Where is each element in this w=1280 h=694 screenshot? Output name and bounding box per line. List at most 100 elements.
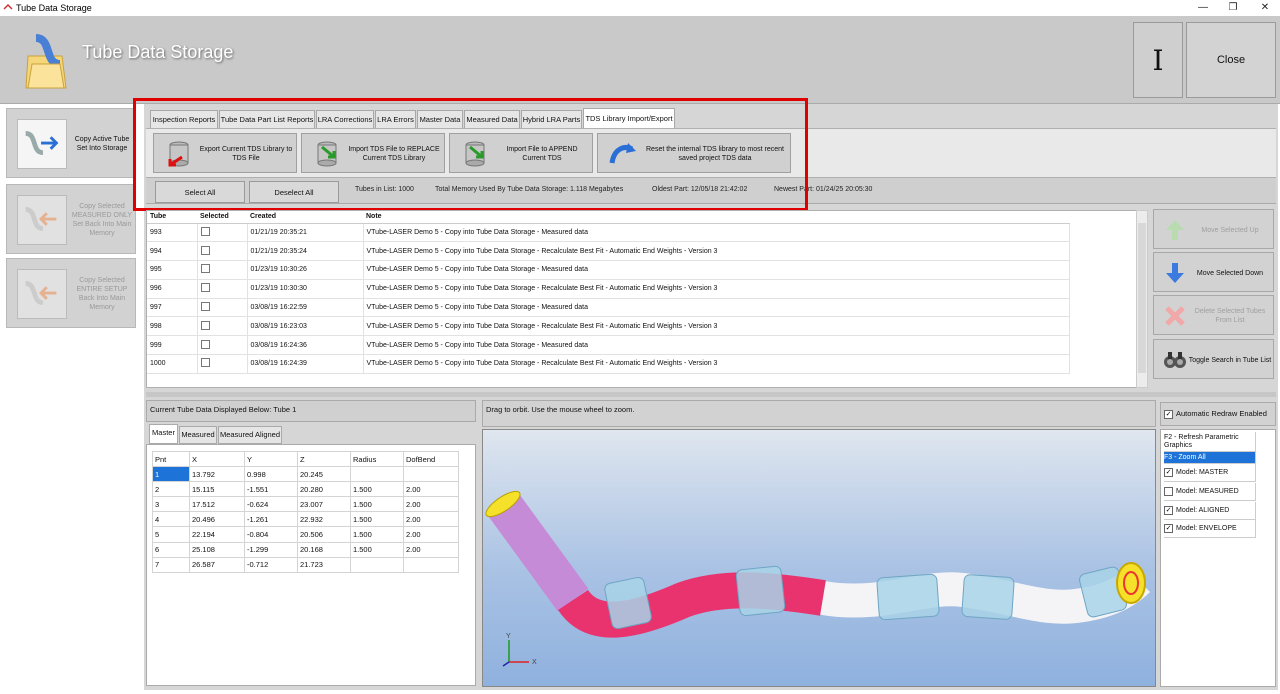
y-cell[interactable]: 0.998 (244, 466, 298, 483)
y-cell[interactable]: -1.551 (244, 481, 298, 498)
zoom-all-option[interactable]: F3 - Zoom All (1164, 452, 1256, 464)
col-note[interactable]: Note (363, 211, 1069, 224)
x-cell[interactable]: 25.108 (189, 541, 245, 558)
z-cell[interactable]: 22.932 (297, 511, 351, 528)
table-row[interactable]: 998 03/08/19 16:23:03 VTube-LASER Demo 5 -… (147, 316, 1070, 337)
auto-redraw-checkbox[interactable]: ✓ (1164, 410, 1173, 419)
model-master-option[interactable]: ✓ Model: MASTER (1164, 464, 1256, 482)
row-checkbox[interactable] (200, 320, 210, 330)
delete-tubes-button[interactable]: Delete Selected Tubes From List (1153, 295, 1274, 335)
point-row[interactable]: 3 17.512 -0.624 23.007 1.500 2.00 (152, 496, 459, 513)
toggle-search-button[interactable]: Toggle Search in Tube List (1153, 339, 1274, 379)
table-row[interactable]: 996 01/23/19 10:30:30 VTube-LASER Demo 5 -… (147, 279, 1070, 299)
row-checkbox[interactable] (200, 226, 210, 236)
y-cell[interactable]: -0.804 (244, 526, 298, 543)
dofbend-cell[interactable]: 2.00 (403, 481, 459, 498)
row-checkbox[interactable] (200, 245, 210, 255)
model-measured-option[interactable]: Model: MEASURED (1164, 483, 1256, 501)
x-cell[interactable]: 26.587 (189, 556, 245, 573)
point-row[interactable]: 1 13.792 0.998 20.245 (152, 466, 459, 483)
pnt-cell[interactable]: 2 (152, 481, 190, 498)
radius-cell[interactable]: 1.500 (350, 511, 404, 528)
radius-cell[interactable]: 1.500 (350, 526, 404, 543)
x-cell[interactable]: 22.194 (189, 526, 245, 543)
y-cell[interactable]: -0.712 (244, 556, 298, 573)
dofbend-cell[interactable] (403, 556, 459, 573)
tab-measured[interactable]: Measured (179, 426, 217, 444)
z-cell[interactable]: 20.280 (297, 481, 351, 498)
z-cell[interactable]: 20.506 (297, 526, 351, 543)
table-row[interactable]: 997 03/08/19 16:22:59 VTube-LASER Demo 5 -… (147, 298, 1070, 318)
pnt-cell[interactable]: 6 (152, 541, 190, 558)
point-row[interactable]: 2 15.115 -1.551 20.280 1.500 2.00 (152, 481, 459, 498)
pnt-cell[interactable]: 7 (152, 556, 190, 573)
z-cell[interactable]: 21.723 (297, 556, 351, 573)
table-scrollbar[interactable] (1136, 210, 1148, 388)
tube-3d-viewport[interactable]: Y X (482, 429, 1156, 687)
copy-active-tube-button[interactable]: Copy Active Tube Set Into Storage (6, 108, 136, 178)
col-created[interactable]: Created (247, 211, 363, 224)
model-measured-checkbox[interactable] (1164, 487, 1173, 496)
z-cell[interactable]: 20.245 (297, 466, 351, 483)
x-cell[interactable]: 13.792 (189, 466, 245, 483)
text-cursor-button[interactable]: I (1133, 22, 1183, 98)
z-cell[interactable]: 20.168 (297, 541, 351, 558)
refresh-graphics-option[interactable]: F2 - Refresh Parametric Graphics (1164, 432, 1256, 452)
pnt-cell[interactable]: 1 (152, 466, 190, 483)
tab-master[interactable]: Master (149, 424, 178, 444)
model-aligned-option[interactable]: ✓ Model: ALIGNED (1164, 502, 1256, 520)
dofbend-cell[interactable]: 2.00 (403, 526, 459, 543)
point-row[interactable]: 6 25.108 -1.299 20.168 1.500 2.00 (152, 541, 459, 558)
dofbend-cell[interactable]: 2.00 (403, 541, 459, 558)
x-cell[interactable]: 20.496 (189, 511, 245, 528)
y-cell[interactable]: -0.624 (244, 496, 298, 513)
row-checkbox[interactable] (200, 302, 210, 312)
dofbend-cell[interactable]: 2.00 (403, 496, 459, 513)
y-cell[interactable]: -1.299 (244, 541, 298, 558)
row-checkbox[interactable] (200, 283, 210, 293)
table-row[interactable]: 1000 03/08/19 16:24:39 VTube-LASER Demo 5 … (147, 354, 1070, 374)
x-cell[interactable]: 15.115 (189, 481, 245, 498)
window-close-button[interactable]: ✕ (1250, 0, 1280, 16)
radius-cell[interactable]: 1.500 (350, 541, 404, 558)
row-checkbox[interactable] (200, 264, 210, 274)
minimize-button[interactable]: — (1188, 0, 1218, 16)
dofbend-cell[interactable] (403, 466, 459, 483)
table-row[interactable]: 994 01/21/19 20:35:24 VTube-LASER Demo 5 -… (147, 241, 1070, 262)
col-selected[interactable]: Selected (197, 211, 247, 224)
col-tube[interactable]: Tube (147, 211, 197, 224)
point-row[interactable]: 4 20.496 -1.261 22.932 1.500 2.00 (152, 511, 459, 528)
pnt-cell[interactable]: 3 (152, 496, 190, 513)
table-row[interactable]: 999 03/08/19 16:24:36 VTube-LASER Demo 5 -… (147, 335, 1070, 356)
move-up-button[interactable]: Move Selected Up (1153, 209, 1274, 249)
auto-redraw-toggle[interactable]: ✓ Automatic Redraw Enabled (1160, 402, 1276, 426)
model-aligned-checkbox[interactable]: ✓ (1164, 506, 1173, 515)
model-envelope-checkbox[interactable]: ✓ (1164, 524, 1173, 533)
y-cell[interactable]: -1.261 (244, 511, 298, 528)
point-row[interactable]: 7 26.587 -0.712 21.723 (152, 556, 459, 573)
pnt-cell[interactable]: 5 (152, 526, 190, 543)
dofbend-cell[interactable]: 2.00 (403, 511, 459, 528)
scrollbar-thumb[interactable] (1138, 223, 1146, 373)
move-down-button[interactable]: Move Selected Down (1153, 252, 1274, 292)
model-envelope-option[interactable]: ✓ Model: ENVELOPE (1164, 520, 1256, 538)
radius-cell[interactable]: 1.500 (350, 496, 404, 513)
x-cell[interactable]: 17.512 (189, 496, 245, 513)
tab-measured-aligned[interactable]: Measured Aligned (218, 426, 282, 444)
radius-cell[interactable]: 1.500 (350, 481, 404, 498)
radius-cell[interactable] (350, 556, 404, 573)
point-row[interactable]: 5 22.194 -0.804 20.506 1.500 2.00 (152, 526, 459, 543)
copy-measured-only-button[interactable]: Copy Selected MEASURED ONLY Set Back Int… (6, 184, 136, 254)
pnt-cell[interactable]: 4 (152, 511, 190, 528)
z-cell[interactable]: 23.007 (297, 496, 351, 513)
radius-cell[interactable] (350, 466, 404, 483)
restore-button[interactable]: ❐ (1218, 0, 1248, 16)
copy-entire-setup-button[interactable]: Copy Selected ENTIRE SETUP Back Into Mai… (6, 258, 136, 328)
table-row[interactable]: 993 01/21/19 20:35:21 VTube-LASER Demo 5 -… (147, 223, 1070, 243)
row-checkbox[interactable] (200, 339, 210, 349)
row-checkbox[interactable] (200, 358, 210, 368)
splitter-bar[interactable] (146, 392, 1276, 397)
close-button[interactable]: Close (1186, 22, 1276, 98)
table-row[interactable]: 995 01/23/19 10:30:26 VTube-LASER Demo 5 -… (147, 260, 1070, 280)
model-master-checkbox[interactable]: ✓ (1164, 468, 1173, 477)
